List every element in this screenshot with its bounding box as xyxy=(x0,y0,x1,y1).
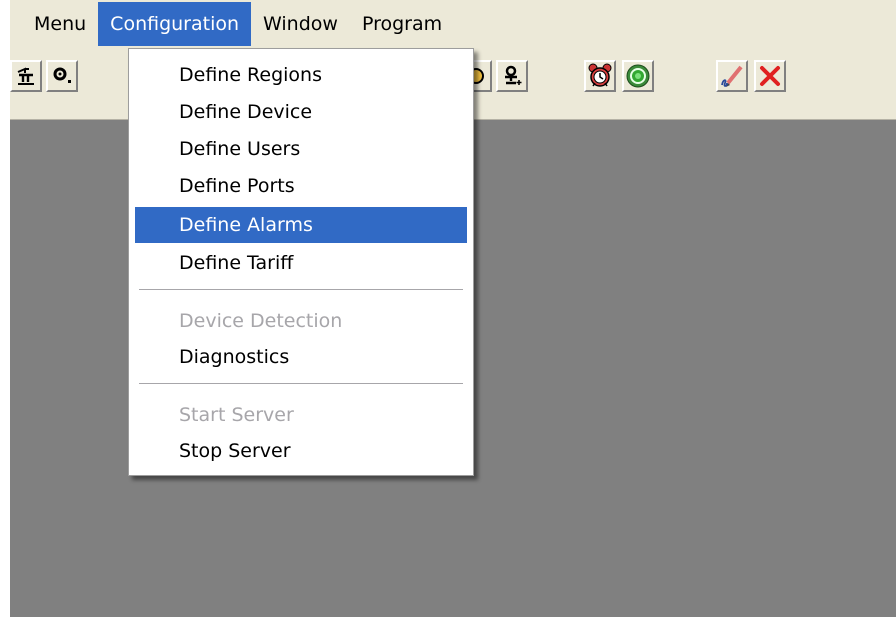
alarm-clock-icon xyxy=(587,63,613,89)
menu-bar: Menu Configuration Window Program xyxy=(10,0,896,48)
configuration-dropdown: Define Regions Define Device Define User… xyxy=(128,48,474,476)
menu-program[interactable]: Program xyxy=(350,2,454,46)
menu-window[interactable]: Window xyxy=(251,2,350,46)
application-window: Menu Configuration Window Program Define… xyxy=(0,0,896,617)
menu-menu[interactable]: Menu xyxy=(10,2,98,46)
menu-item-stop-server[interactable]: Stop Server xyxy=(135,433,467,469)
menu-item-start-server[interactable]: Start Server xyxy=(135,397,467,433)
edit-icon xyxy=(719,63,745,89)
alarm-clock-button[interactable] xyxy=(584,60,616,92)
target-icon xyxy=(625,63,651,89)
menu-item-define-device[interactable]: Define Device xyxy=(135,94,467,130)
menu-configuration[interactable]: Configuration xyxy=(98,2,252,46)
menu-separator xyxy=(139,383,463,385)
close-button[interactable] xyxy=(754,60,786,92)
close-icon xyxy=(758,64,782,88)
menu-item-define-ports[interactable]: Define Ports xyxy=(135,168,467,204)
device-icon xyxy=(51,66,73,86)
menu-item-diagnostics[interactable]: Diagnostics xyxy=(135,339,467,375)
user-add-button[interactable] xyxy=(496,60,528,92)
regions-icon xyxy=(15,66,37,86)
menu-item-device-detection[interactable]: Device Detection xyxy=(135,303,467,339)
edit-button[interactable] xyxy=(716,60,748,92)
menu-item-define-tariff[interactable]: Define Tariff xyxy=(135,245,467,281)
menu-item-define-users[interactable]: Define Users xyxy=(135,131,467,167)
regions-button[interactable] xyxy=(10,60,42,92)
device-button[interactable] xyxy=(46,60,78,92)
target-button[interactable] xyxy=(622,60,654,92)
user-add-icon xyxy=(500,65,524,87)
menu-separator xyxy=(139,289,463,291)
menu-item-define-regions[interactable]: Define Regions xyxy=(135,57,467,93)
menu-item-define-alarms[interactable]: Define Alarms xyxy=(135,207,467,243)
